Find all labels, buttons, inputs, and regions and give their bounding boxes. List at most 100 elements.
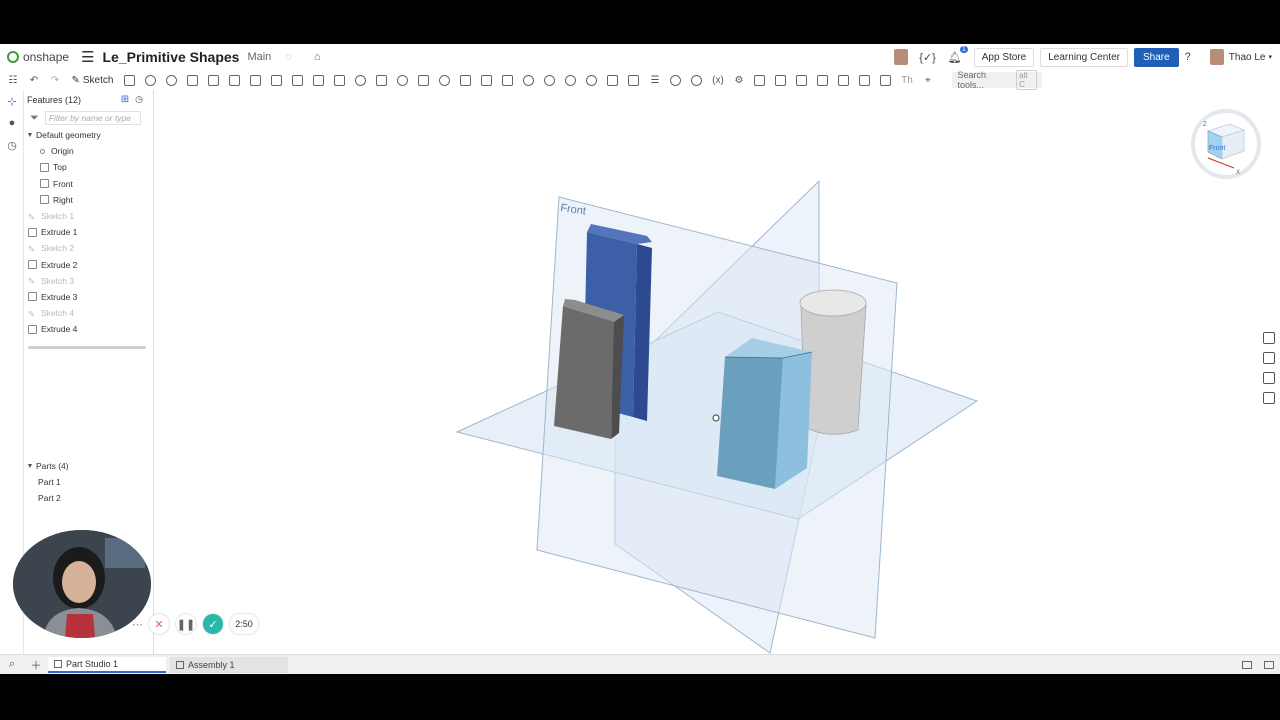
- crosshair-icon[interactable]: ⌖: [921, 73, 935, 87]
- view-cube[interactable]: Front Z X: [1186, 104, 1266, 184]
- replace-face-tool[interactable]: [564, 73, 578, 87]
- feature-front-plane[interactable]: Front: [24, 176, 153, 192]
- plane-tool[interactable]: [606, 73, 620, 87]
- feature-extrude-1[interactable]: Extrude 1: [24, 224, 153, 240]
- sweep-tool[interactable]: [165, 73, 179, 87]
- versions-icon[interactable]: ◌: [285, 51, 292, 63]
- corner-tool[interactable]: [879, 73, 893, 87]
- feature-right-plane[interactable]: Right: [24, 192, 153, 208]
- feature-tree-icon[interactable]: ⊹: [0, 90, 24, 112]
- boolean-tool[interactable]: [438, 73, 452, 87]
- text-tool[interactable]: Th: [900, 73, 914, 87]
- mirror-tool[interactable]: [417, 73, 431, 87]
- transform-tool[interactable]: [480, 73, 494, 87]
- origin-marker[interactable]: [712, 414, 720, 422]
- feature-extrude-2[interactable]: Extrude 2: [24, 257, 153, 273]
- print-icon[interactable]: [1242, 660, 1252, 669]
- tab-part-studio-1[interactable]: Part Studio 1: [48, 656, 166, 673]
- sheet-metal-tool[interactable]: [816, 73, 830, 87]
- display-icon[interactable]: [1264, 660, 1274, 669]
- unfold-tool[interactable]: [858, 73, 872, 87]
- cube-front[interactable]: [717, 357, 783, 489]
- enclose-tool[interactable]: [228, 73, 242, 87]
- feature-list-icon[interactable]: ☷: [6, 73, 20, 87]
- branch-name[interactable]: Main: [247, 51, 271, 63]
- document-title[interactable]: Le_Primitive Shapes: [103, 49, 240, 65]
- notification-icon[interactable]: 🔔︎ 1: [948, 45, 968, 64]
- gray-block-front[interactable]: [554, 306, 614, 439]
- tab-assembly-1[interactable]: Assembly 1: [170, 656, 288, 673]
- view-cube-graphic[interactable]: Front Z X: [1186, 104, 1266, 184]
- list-tool[interactable]: ☰: [648, 73, 662, 87]
- undo-icon[interactable]: ↶: [27, 73, 41, 87]
- collaborator-avatar[interactable]: [894, 49, 909, 65]
- curve-tool[interactable]: [774, 73, 788, 87]
- thicken-tool[interactable]: [207, 73, 221, 87]
- user-menu[interactable]: Thao Le ▾: [1205, 49, 1272, 65]
- hole-tool[interactable]: [354, 73, 368, 87]
- add-feature-icon[interactable]: ⊞: [121, 94, 129, 105]
- split-tool[interactable]: [459, 73, 473, 87]
- feature-filter-input[interactable]: Filter by name or type: [44, 111, 141, 125]
- section-tool[interactable]: [690, 73, 704, 87]
- finish-recording-button[interactable]: ✓: [203, 614, 223, 634]
- part-item[interactable]: Part 1: [24, 474, 154, 490]
- rib-tool[interactable]: [312, 73, 326, 87]
- graduation-cap-icon[interactable]: ⌂: [314, 51, 321, 63]
- revolve-tool[interactable]: [144, 73, 158, 87]
- variables-tool[interactable]: (x): [711, 73, 725, 87]
- filter-icon[interactable]: ⏷: [30, 112, 39, 125]
- feature-top-plane[interactable]: Top: [24, 159, 153, 175]
- feature-extrude-3[interactable]: Extrude 3: [24, 289, 153, 305]
- share-button[interactable]: Share: [1133, 47, 1179, 67]
- gear-icon[interactable]: ⚙: [732, 73, 746, 87]
- modify-fillet-tool[interactable]: [522, 73, 536, 87]
- feature-sketch-4[interactable]: ✎ Sketch 4: [24, 305, 153, 321]
- cancel-recording-button[interactable]: ✕: [149, 614, 169, 634]
- move-face-tool[interactable]: [543, 73, 557, 87]
- chamfer-tool[interactable]: [270, 73, 284, 87]
- feature-sketch-3[interactable]: ✎ Sketch 3: [24, 273, 153, 289]
- sketch-button[interactable]: ✎ Sketch: [72, 75, 114, 86]
- section-view-icon[interactable]: [1263, 372, 1275, 384]
- add-tab-icon[interactable]: ＋: [24, 657, 48, 673]
- onshape-logo[interactable]: onshape: [7, 50, 69, 64]
- render-icon[interactable]: [1263, 352, 1275, 364]
- rollback-bar[interactable]: [28, 346, 146, 349]
- model-canvas[interactable]: Front: [155, 90, 1280, 654]
- help-icon[interactable]: ?: [1185, 51, 1191, 63]
- redo-icon[interactable]: ↷: [48, 73, 62, 87]
- history-icon[interactable]: ◷: [0, 134, 24, 156]
- delete-part-tool[interactable]: [501, 73, 515, 87]
- shell-tool[interactable]: [333, 73, 347, 87]
- app-store-button[interactable]: App Store: [973, 47, 1035, 67]
- fillet-tool[interactable]: [249, 73, 263, 87]
- feature-origin[interactable]: Origin: [24, 143, 153, 159]
- wrap-tool[interactable]: [795, 73, 809, 87]
- more-options-icon[interactable]: ⋯: [132, 618, 143, 631]
- loft-tool[interactable]: [186, 73, 200, 87]
- search-tabs-icon[interactable]: ⌕: [0, 658, 24, 671]
- linear-pattern-tool[interactable]: [375, 73, 389, 87]
- part-item[interactable]: Part 2: [24, 490, 154, 506]
- appearance-icon[interactable]: [1263, 332, 1275, 344]
- circular-pattern-tool[interactable]: [396, 73, 410, 87]
- learning-center-button[interactable]: Learning Center: [1040, 47, 1128, 67]
- feature-sketch-2[interactable]: ✎ Sketch 2: [24, 240, 153, 256]
- feature-extrude-4[interactable]: Extrude 4: [24, 321, 153, 337]
- offset-surface-tool[interactable]: [585, 73, 599, 87]
- 3d-viewport[interactable]: Front Front Z X: [155, 90, 1280, 654]
- code-icon[interactable]: {✓}: [919, 51, 936, 64]
- pause-recording-button[interactable]: ❚❚: [176, 614, 196, 634]
- explode-icon[interactable]: [1263, 392, 1275, 404]
- hamburger-menu-icon[interactable]: ☰: [81, 48, 94, 66]
- parts-group[interactable]: ▼ Parts (4): [24, 458, 154, 474]
- mate-connector-tool[interactable]: [627, 73, 641, 87]
- helix-tool[interactable]: [753, 73, 767, 87]
- comment-icon[interactable]: ●: [0, 112, 24, 134]
- measure-tool[interactable]: [669, 73, 683, 87]
- feature-sketch-1[interactable]: ✎ Sketch 1: [24, 208, 153, 224]
- cylinder-top[interactable]: [799, 289, 867, 317]
- search-tools-input[interactable]: Search tools... alt C: [952, 70, 1043, 90]
- extrude-tool[interactable]: [123, 73, 137, 87]
